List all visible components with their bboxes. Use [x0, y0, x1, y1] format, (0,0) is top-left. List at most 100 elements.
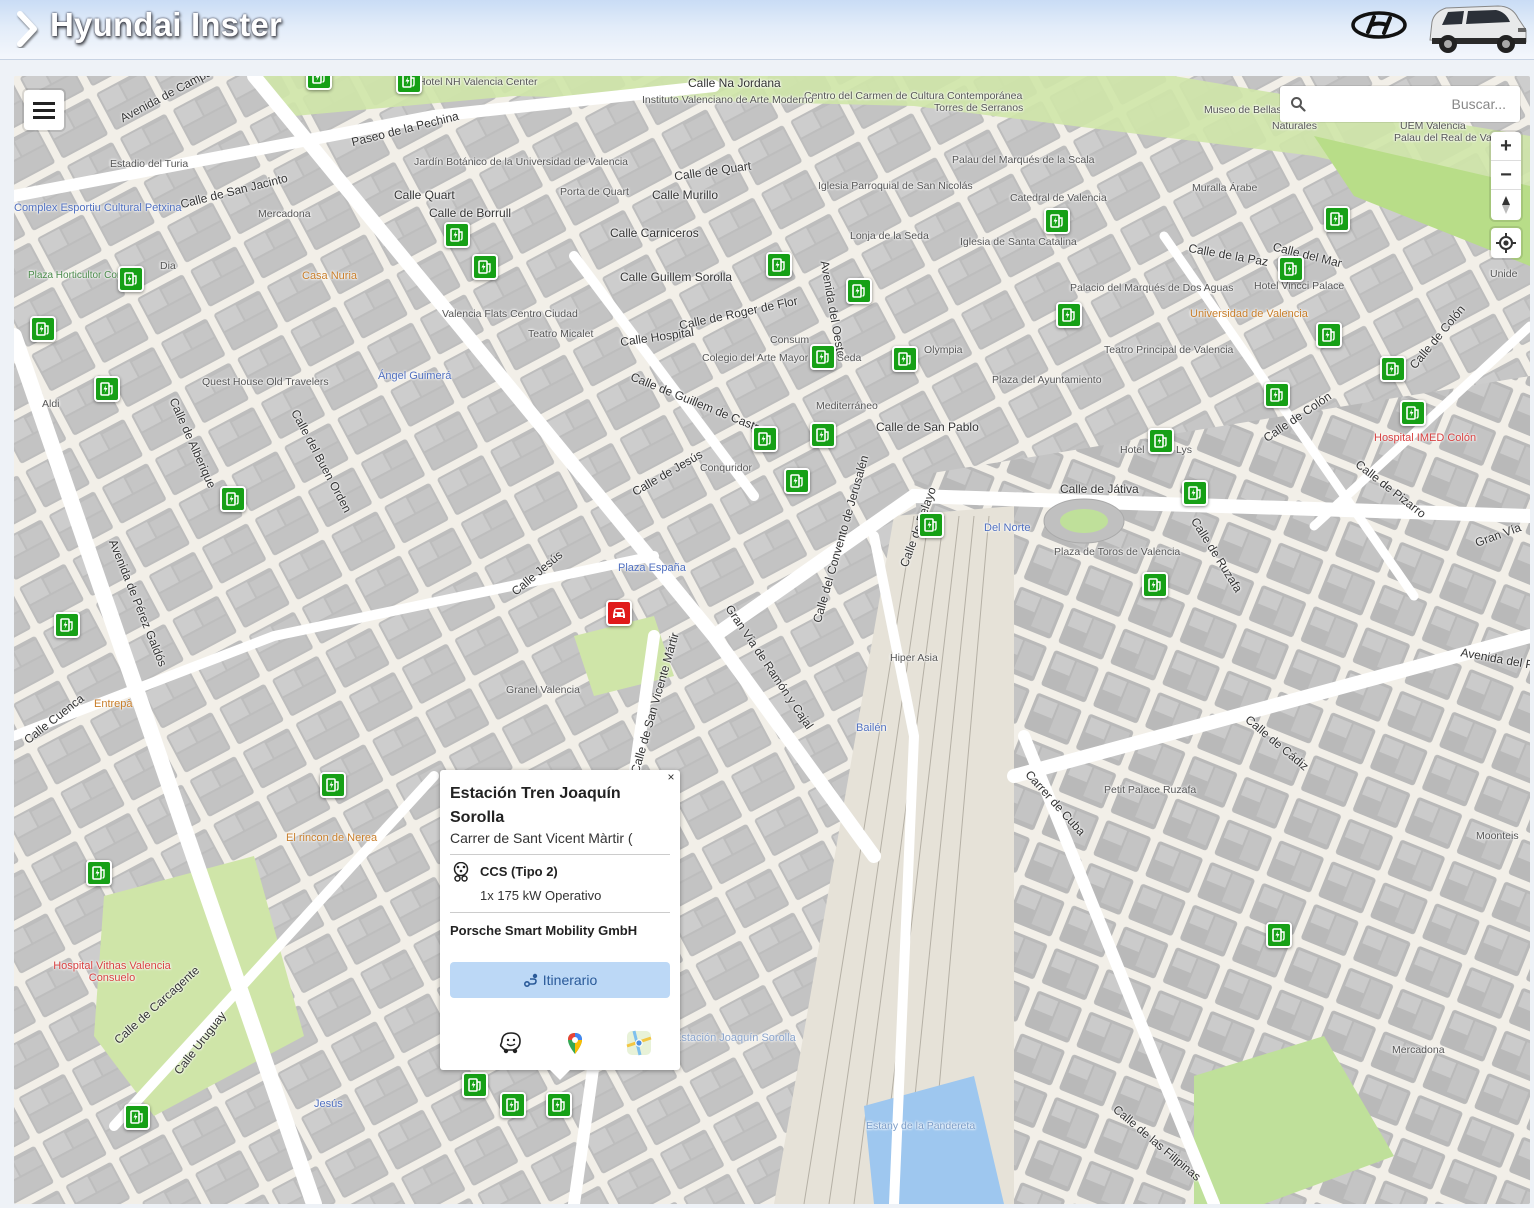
- charging-station-marker[interactable]: [810, 344, 836, 370]
- map-label-poi: Jesús: [314, 1098, 343, 1110]
- map-label-poi: Hospital Vithas Valencia Consuelo: [53, 960, 171, 984]
- map-label-poi: Palacio del Marqués de Dos Aguas: [1070, 282, 1234, 294]
- charging-station-marker[interactable]: [1380, 356, 1406, 382]
- charging-station-marker[interactable]: [1400, 400, 1426, 426]
- map-label-poi: Teatro Micalet: [528, 328, 594, 340]
- map-label-poi: Olympia: [924, 344, 963, 356]
- waze-icon[interactable]: [498, 1030, 524, 1056]
- charging-station-marker[interactable]: [86, 860, 112, 886]
- map-label-poi: Porta de Quart: [560, 186, 629, 198]
- hyundai-logo-icon: [1351, 11, 1407, 39]
- zoom-out-button[interactable]: −: [1491, 161, 1521, 190]
- menu-button[interactable]: [24, 90, 64, 130]
- map-label-poi: Mediterráneo: [816, 400, 878, 412]
- charging-station-marker[interactable]: [124, 1104, 150, 1130]
- map-label-poi: Complex Esportiu Cultural Petxina: [14, 202, 182, 214]
- charging-station-marker[interactable]: [846, 278, 872, 304]
- ev-charging-icon: [402, 76, 415, 88]
- map-label-poi: El rincon de Nerea: [286, 832, 378, 844]
- ev-charging-icon: [1272, 928, 1285, 942]
- ev-charging-icon: [816, 350, 829, 364]
- map-label-poi: Iglesia Parroquial de San Nicolás: [818, 180, 973, 192]
- charging-station-marker[interactable]: [1264, 382, 1290, 408]
- map-label-poi: Valencia Flats Centro Ciudad: [442, 308, 578, 320]
- ev-charging-icon: [100, 382, 113, 396]
- map-label-street: Calle de Játiva: [1060, 482, 1139, 496]
- map-view[interactable]: Avenida de Campanar Paseo de la Pechina …: [14, 76, 1530, 1204]
- map-label-poi: Teatro Principal de Valencia: [1104, 344, 1234, 356]
- ev-charging-icon: [790, 474, 803, 488]
- charging-station-marker[interactable]: [1142, 572, 1168, 598]
- station-operator: Porsche Smart Mobility GmbH: [450, 923, 638, 938]
- ev-charging-icon: [758, 432, 771, 446]
- compass-button[interactable]: [1491, 190, 1521, 219]
- charging-station-marker[interactable]: [810, 422, 836, 448]
- app-title: Hyundai Inster: [50, 6, 283, 43]
- charging-station-marker[interactable]: [472, 254, 498, 280]
- map-label-poi: Estany de la Pandereta: [866, 1120, 976, 1132]
- charging-station-marker[interactable]: [918, 512, 944, 538]
- map-label-poi: Casa Nuria: [302, 270, 358, 282]
- charging-station-marker[interactable]: [1056, 302, 1082, 328]
- ev-charging-icon: [552, 1098, 565, 1112]
- map-label-street: Calle Na Jordana: [688, 76, 781, 90]
- map-label-poi: Plaza del Ayuntamiento: [992, 374, 1102, 386]
- ev-charging-icon: [312, 76, 325, 84]
- ev-charging-icon: [772, 258, 785, 272]
- ev-charging-icon: [130, 1110, 143, 1124]
- geolocate-button[interactable]: [1491, 228, 1521, 258]
- charging-station-marker[interactable]: [220, 486, 246, 512]
- google-maps-icon[interactable]: [562, 1030, 588, 1056]
- charging-station-marker[interactable]: [1278, 256, 1304, 282]
- charging-station-marker[interactable]: [752, 426, 778, 452]
- charging-station-marker[interactable]: [892, 346, 918, 372]
- map-label-street: Calle Carniceros: [610, 226, 699, 240]
- charging-station-marker[interactable]: [1148, 428, 1174, 454]
- charging-station-marker[interactable]: [444, 222, 470, 248]
- charging-station-marker[interactable]: [784, 468, 810, 494]
- map-label-poi: Estación Joaquín Sorolla: [674, 1032, 796, 1044]
- connector-type: CCS (Tipo 2): [480, 864, 558, 879]
- chevron-right-icon[interactable]: [14, 10, 40, 48]
- map-label-poi: Estadio del Turia: [110, 158, 189, 170]
- charging-station-marker[interactable]: [306, 76, 332, 90]
- ev-charging-icon: [1330, 212, 1343, 226]
- zoom-in-button[interactable]: +: [1491, 132, 1521, 161]
- charging-station-marker[interactable]: [1324, 206, 1350, 232]
- map-label-poi: Centro del Carmen de Cultura Contemporán…: [804, 90, 1023, 102]
- charging-station-marker[interactable]: [462, 1072, 488, 1098]
- ev-charging-icon: [226, 492, 239, 506]
- charging-station-marker[interactable]: [396, 76, 422, 94]
- charging-station-marker[interactable]: [94, 376, 120, 402]
- apple-maps-icon[interactable]: [626, 1030, 652, 1056]
- ev-charging-icon: [1188, 486, 1201, 500]
- charging-station-marker[interactable]: [118, 266, 144, 292]
- charging-station-marker[interactable]: [1182, 480, 1208, 506]
- ccs-plug-icon: [453, 862, 469, 882]
- charging-station-marker[interactable]: [1316, 322, 1342, 348]
- map-label-poi: Consum: [770, 334, 810, 346]
- map-label-poi: Torres de Serranos: [934, 102, 1024, 114]
- charging-station-marker[interactable]: [1266, 922, 1292, 948]
- charging-station-marker[interactable]: [54, 612, 80, 638]
- ev-charging-icon: [1284, 262, 1297, 276]
- station-address: Carrer de Sant Vicent Màrtir (: [450, 830, 633, 846]
- ev-charging-icon: [36, 322, 49, 336]
- charging-station-marker[interactable]: [500, 1092, 526, 1118]
- search-input[interactable]: [1316, 92, 1506, 116]
- charging-station-marker[interactable]: [766, 252, 792, 278]
- search-box[interactable]: [1280, 86, 1520, 122]
- ev-charging-icon: [92, 866, 105, 880]
- popup-close-button[interactable]: ×: [664, 770, 678, 784]
- hamburger-menu-icon: [33, 102, 55, 119]
- route-icon: [523, 973, 537, 988]
- charging-station-marker[interactable]: [546, 1092, 572, 1118]
- ev-charging-icon: [450, 228, 463, 242]
- itinerary-button[interactable]: Itinerario: [450, 962, 670, 998]
- ev-charging-icon: [852, 284, 865, 298]
- charging-station-marker[interactable]: [320, 772, 346, 798]
- charging-station-marker[interactable]: [30, 316, 56, 342]
- selected-station-marker[interactable]: [606, 600, 632, 626]
- charging-station-marker[interactable]: [1044, 208, 1070, 234]
- ev-charging-icon: [1148, 578, 1161, 592]
